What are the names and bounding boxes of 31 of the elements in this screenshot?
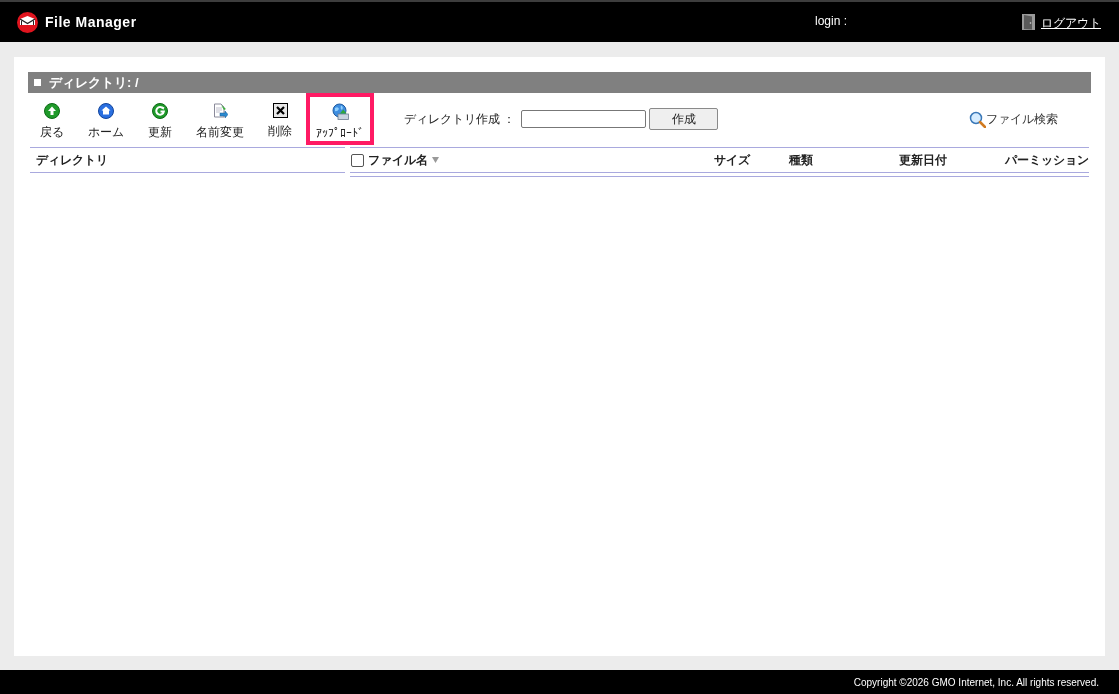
toolbar-button[interactable]: 名前変更 [186, 93, 254, 145]
column-header[interactable]: パーミッション [1005, 152, 1089, 168]
login-label: login : [814, 13, 847, 30]
x-box-icon [272, 103, 288, 118]
toolbar-button[interactable]: ホーム [78, 93, 134, 145]
file-search-link[interactable]: ファイル検索 [969, 110, 1058, 128]
search-icon [969, 110, 986, 128]
copyright-text: Copyright ©2026 GMO Internet, Inc. All rights reserved. [853, 675, 1099, 690]
app-title: File Manager [45, 12, 137, 32]
create-directory-label: ディレクトリ作成 ： [404, 111, 516, 127]
logo-icon [17, 11, 38, 33]
column-header[interactable]: ファイル名 [367, 152, 439, 168]
home-icon [98, 103, 114, 119]
globe-upload-icon [331, 103, 349, 120]
column-header[interactable]: 種類 [789, 152, 813, 168]
checkbox[interactable] [351, 153, 364, 167]
column-header[interactable]: サイズ [714, 152, 750, 168]
toolbar-button[interactable]: 戻る [30, 93, 74, 145]
toolbar-button[interactable]: 削除 [258, 93, 302, 145]
document-arrow-icon [212, 103, 228, 119]
toolbar-button[interactable]: 更新 [138, 93, 182, 145]
door-icon [1022, 14, 1035, 30]
refresh-icon [152, 103, 168, 119]
square-icon [34, 79, 41, 86]
directory-name-input[interactable] [521, 110, 647, 128]
create-button[interactable]: 作成 [649, 108, 719, 130]
column-header[interactable]: 更新日付 [899, 152, 947, 168]
directory-pane-heading: ディレクトリ [36, 152, 108, 169]
logout-link[interactable]: ログアウト [1041, 14, 1101, 32]
panel-title: ディレクトリ: / [49, 73, 139, 92]
toolbar-button[interactable]: ｱｯﾌﾟﾛｰﾄﾞ [306, 93, 374, 145]
